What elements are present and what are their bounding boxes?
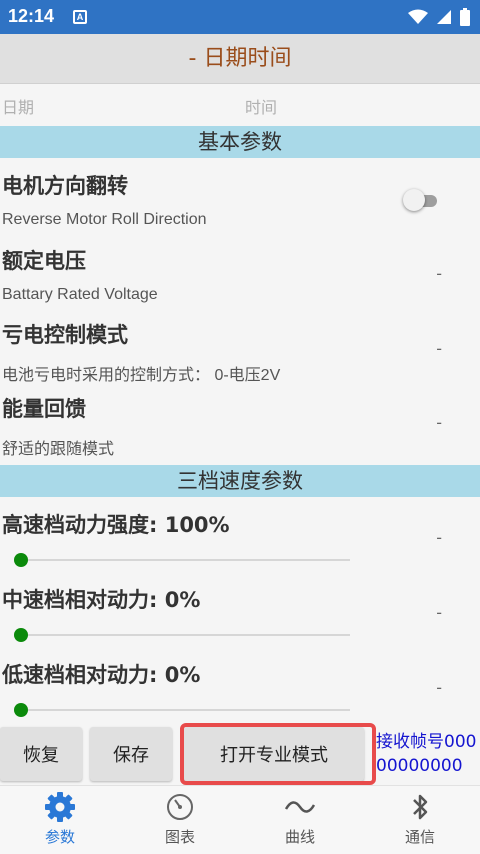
bottom-nav: 参数 图表 曲线 通信 (0, 785, 480, 854)
slider-track (18, 709, 350, 711)
param-title: 中速档相对动力: 0% (2, 588, 201, 612)
highlight-frame (180, 723, 376, 785)
frame-counter: 接收帧号000 00000000 (376, 730, 480, 778)
param-title: 亏电控制模式 (2, 323, 128, 347)
slider-thumb[interactable] (14, 553, 28, 567)
frame-counter-line1: 接收帧号000 (376, 732, 477, 752)
param-value: - (436, 603, 442, 622)
nav-label: 图表 (164, 828, 195, 846)
nav-label: 曲线 (284, 828, 315, 846)
nav-label: 参数 (44, 828, 75, 846)
signal-icon (437, 10, 451, 24)
param-title: 额定电压 (2, 249, 86, 273)
status-time: 12:14 (8, 6, 55, 26)
frame-counter-line2: 00000000 (376, 756, 463, 776)
datetime-row: 日期 时间 (0, 84, 480, 126)
param-value: - (436, 678, 442, 697)
param-subtitle: 电池亏电时采用的控制方式： 0-电压2V (2, 367, 281, 384)
slider-thumb[interactable] (14, 703, 28, 717)
high-speed-slider[interactable] (14, 552, 350, 568)
param-title: 电机方向翻转 (2, 174, 128, 198)
param-title: 高速档动力强度: 100% (2, 513, 230, 537)
nav-item-comm[interactable]: 通信 (360, 786, 480, 854)
status-icons (408, 8, 470, 26)
battery-icon (460, 8, 470, 26)
param-value: - (436, 413, 442, 432)
param-value: - (436, 528, 442, 547)
wifi-icon (408, 9, 428, 24)
gear-icon (45, 792, 75, 822)
gauge-icon (167, 794, 193, 820)
nav-item-curves[interactable]: 曲线 (240, 786, 360, 854)
page-title[interactable]: - 日期时间 (0, 34, 480, 84)
time-label: 时间 (245, 98, 278, 117)
toggle-thumb (403, 189, 425, 211)
slider-track (18, 559, 350, 561)
param-subtitle: 舒适的跟随模式 (2, 441, 115, 458)
date-label: 日期 (2, 98, 35, 117)
bluetooth-icon (413, 794, 428, 820)
param-subtitle: Reverse Motor Roll Direction (2, 211, 207, 228)
param-title: 低速档相对动力: 0% (2, 663, 201, 687)
param-value: - (436, 264, 442, 283)
wave-icon (284, 801, 316, 813)
save-button[interactable]: 保存 (90, 727, 172, 781)
mid-speed-slider[interactable] (14, 627, 350, 643)
param-value: - (436, 339, 442, 358)
restore-button[interactable]: 恢复 (0, 727, 82, 781)
reverse-motor-toggle[interactable] (403, 189, 437, 213)
param-title: 能量回馈 (2, 397, 86, 421)
nav-label: 通信 (404, 828, 435, 846)
slider-thumb[interactable] (14, 628, 28, 642)
section-header-speed: 三档速度参数 (0, 465, 480, 497)
nav-item-params[interactable]: 参数 (0, 786, 120, 854)
low-speed-slider[interactable] (14, 702, 350, 718)
notification-icon: A (73, 10, 87, 24)
status-bar: 12:14 A (0, 0, 480, 34)
nav-item-charts[interactable]: 图表 (120, 786, 240, 854)
slider-track (18, 634, 350, 636)
section-header-basic: 基本参数 (0, 126, 480, 158)
param-subtitle: Battary Rated Voltage (2, 286, 158, 303)
